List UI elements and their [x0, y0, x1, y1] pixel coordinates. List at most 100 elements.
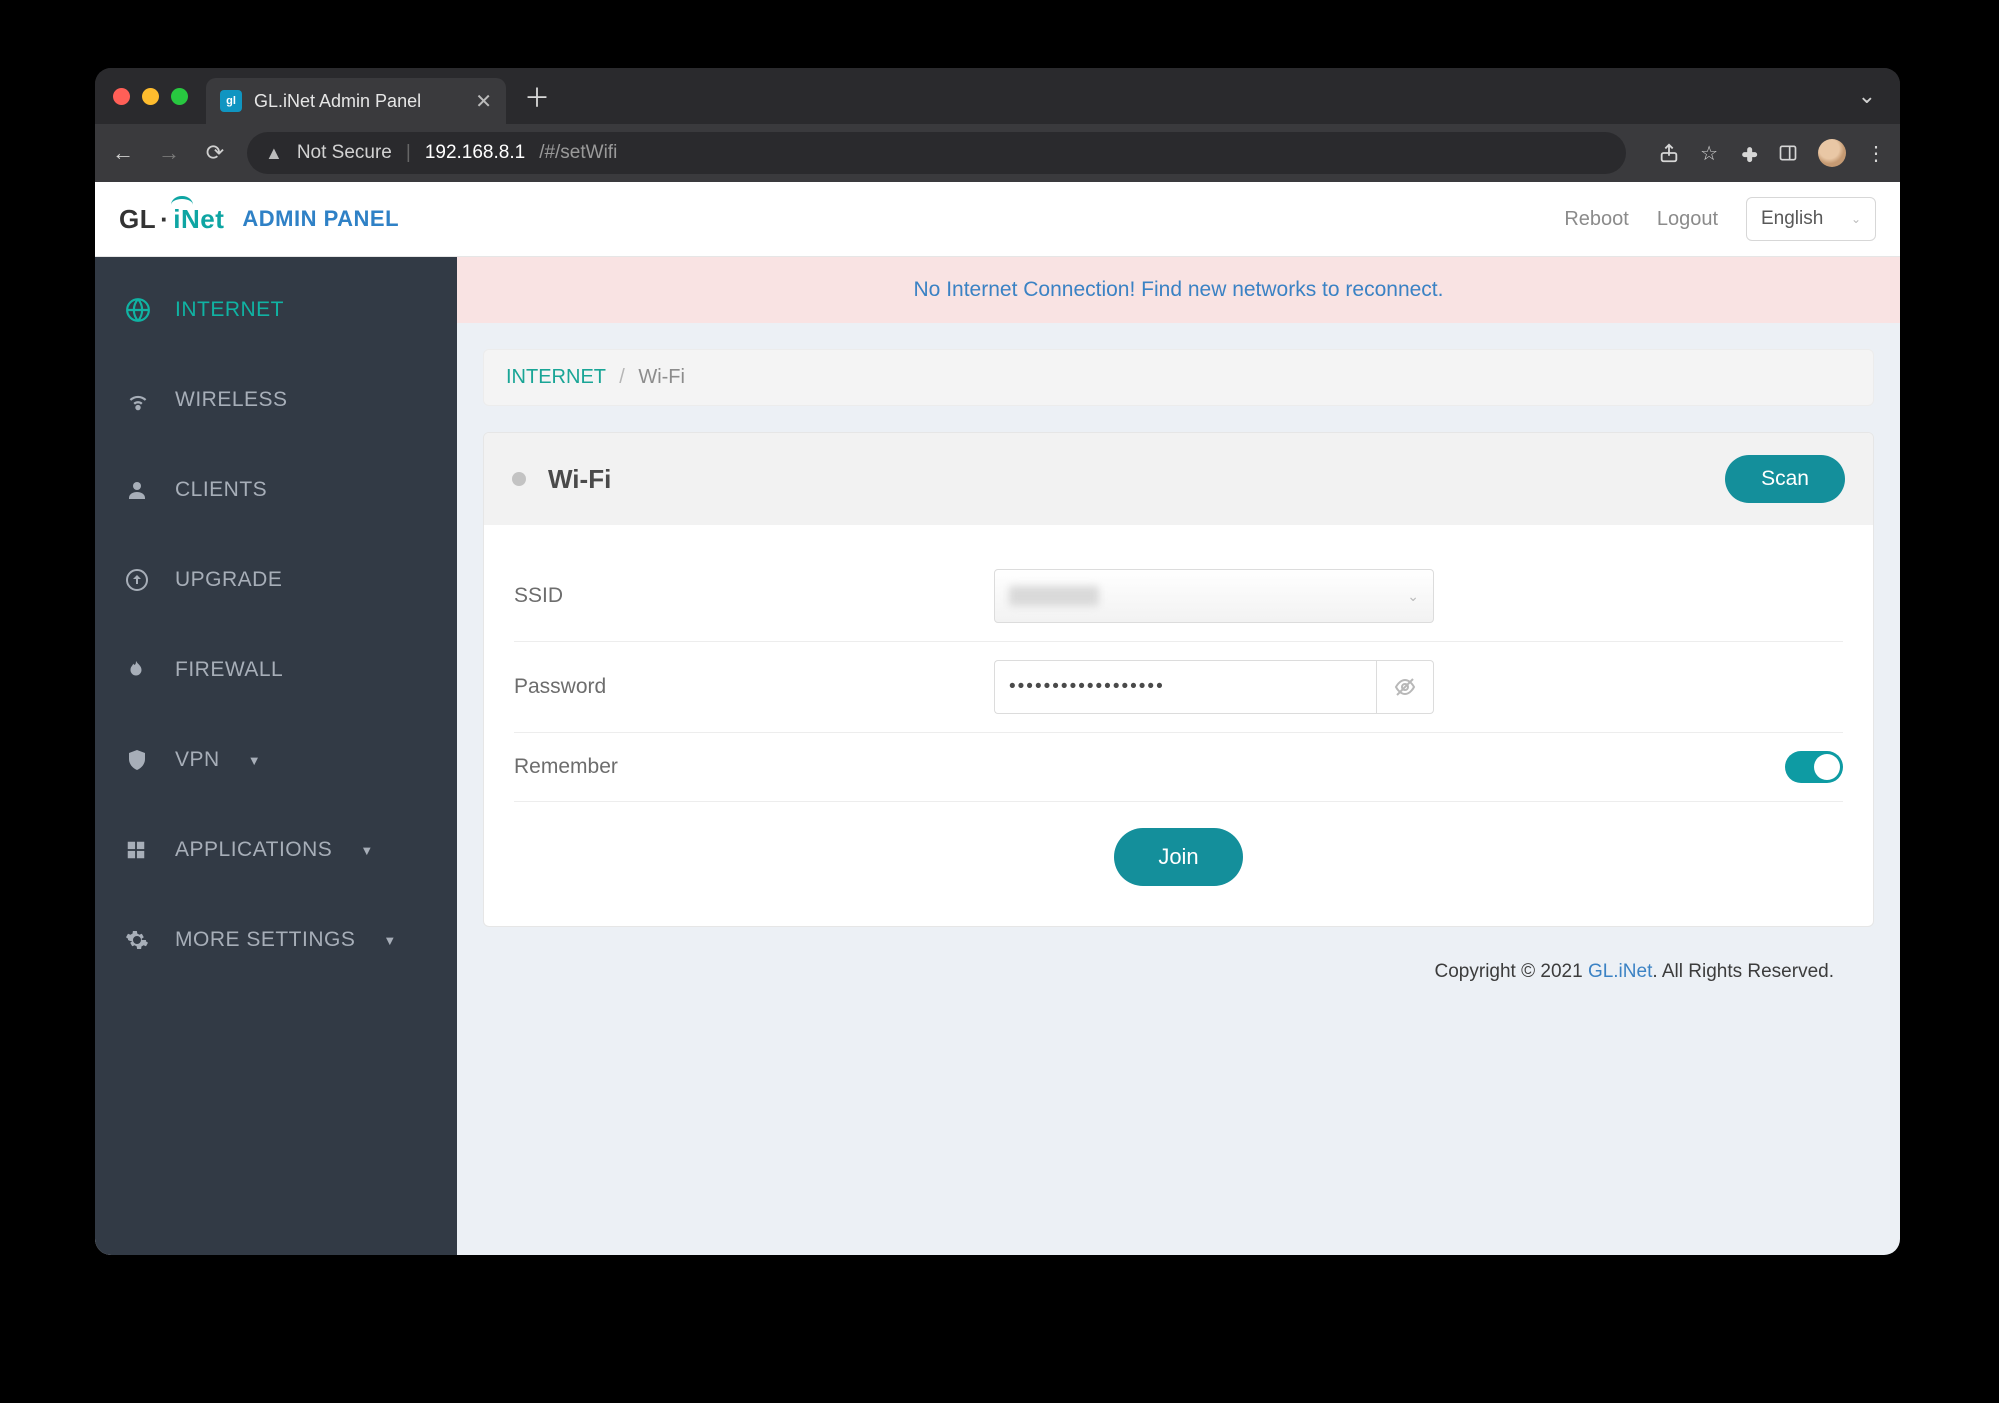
extensions-icon[interactable]	[1738, 143, 1758, 163]
app-header: GL·iNet ADMIN PANEL Reboot Logout Englis…	[95, 182, 1900, 257]
logo-part-1: GL	[119, 204, 156, 235]
sidebar-item-vpn[interactable]: VPN ▼	[95, 715, 457, 805]
ssid-label: SSID	[514, 584, 994, 608]
share-icon[interactable]	[1658, 142, 1680, 164]
browser-toolbar: ← → ⟳ ▲ Not Secure | 192.168.8.1 /#/setWi…	[95, 124, 1900, 182]
remember-toggle[interactable]	[1785, 751, 1843, 783]
language-value: English	[1761, 208, 1823, 230]
nav-back-icon[interactable]: ←	[109, 140, 137, 166]
sidebar-item-label: UPGRADE	[175, 568, 282, 592]
scan-button[interactable]: Scan	[1725, 455, 1845, 503]
reboot-link[interactable]: Reboot	[1564, 208, 1629, 231]
language-select[interactable]: English ⌄	[1746, 197, 1876, 241]
new-tab-button[interactable]: ＋	[524, 78, 550, 115]
caret-down-icon: ▼	[248, 753, 261, 768]
window-minimize-icon[interactable]	[142, 88, 159, 105]
sidebar-item-applications[interactable]: APPLICATIONS ▼	[95, 805, 457, 895]
browser-tab[interactable]: gl GL.iNet Admin Panel ✕	[206, 78, 506, 124]
tab-favicon-icon: gl	[220, 90, 242, 112]
ssid-select[interactable]: ⌄	[994, 569, 1434, 623]
apps-icon	[125, 839, 153, 861]
shield-icon	[125, 748, 153, 772]
footer: Copyright © 2021 GL.iNet. All Rights Res…	[483, 927, 1874, 1017]
browser-titlebar: gl GL.iNet Admin Panel ✕ ＋ ⌄	[95, 68, 1900, 124]
sidebar-item-label: WIRELESS	[175, 388, 288, 412]
footer-rights: . All Rights Reserved.	[1652, 961, 1834, 982]
breadcrumb: INTERNET / Wi-Fi	[483, 349, 1874, 406]
tab-close-icon[interactable]: ✕	[475, 89, 492, 114]
wifi-panel: Wi-Fi Scan SSID ⌄	[483, 432, 1874, 927]
window-controls	[113, 88, 188, 105]
address-path: /#/setWifi	[539, 142, 617, 164]
breadcrumb-separator: /	[619, 366, 625, 388]
window-close-icon[interactable]	[113, 88, 130, 105]
sidebar-item-label: MORE SETTINGS	[175, 928, 355, 952]
chevron-down-icon: ⌄	[1407, 588, 1419, 605]
sidebar-item-wireless[interactable]: WIRELESS	[95, 355, 457, 445]
globe-icon	[125, 297, 153, 323]
upgrade-icon	[125, 568, 153, 592]
wifi-status-dot-icon	[512, 472, 526, 486]
remember-row: Remember	[514, 733, 1843, 802]
logout-link[interactable]: Logout	[1657, 208, 1718, 231]
chevron-down-icon: ⌄	[1851, 212, 1861, 226]
password-visibility-toggle[interactable]	[1376, 660, 1434, 714]
sidebar-item-clients[interactable]: CLIENTS	[95, 445, 457, 535]
profile-avatar[interactable]	[1818, 139, 1846, 167]
password-row: Password	[514, 642, 1843, 733]
main-area: No Internet Connection! Find new network…	[457, 257, 1900, 1255]
bookmark-star-icon[interactable]: ☆	[1700, 141, 1718, 166]
password-field-wrap	[994, 660, 1434, 714]
page-content: GL·iNet ADMIN PANEL Reboot Logout Englis…	[95, 182, 1900, 1255]
alert-text: No Internet Connection! Find new network…	[914, 278, 1444, 302]
tabs-overflow-icon[interactable]: ⌄	[1858, 83, 1876, 109]
wifi-form: SSID ⌄ Password	[484, 525, 1873, 926]
no-internet-alert: No Internet Connection! Find new network…	[457, 257, 1900, 323]
not-secure-icon: ▲	[265, 143, 283, 164]
eye-off-icon	[1393, 675, 1417, 699]
main-inner: INTERNET / Wi-Fi Wi-Fi Scan SSID	[457, 323, 1900, 1043]
join-row: Join	[514, 802, 1843, 886]
password-input[interactable]	[994, 660, 1376, 714]
remember-label: Remember	[514, 755, 618, 779]
sidebar-item-more-settings[interactable]: MORE SETTINGS ▼	[95, 895, 457, 985]
nav-forward-icon[interactable]: →	[155, 140, 183, 166]
browser-menu-icon[interactable]: ⋮	[1866, 141, 1886, 166]
logo-part-2: iNet	[173, 204, 224, 235]
browser-window: gl GL.iNet Admin Panel ✕ ＋ ⌄ ← → ⟳ ▲ Not…	[95, 68, 1900, 1255]
wifi-panel-title: Wi-Fi	[548, 464, 611, 495]
address-bar[interactable]: ▲ Not Secure | 192.168.8.1 /#/setWifi	[247, 132, 1626, 174]
caret-down-icon: ▼	[360, 843, 373, 858]
sidebar-item-label: VPN	[175, 748, 220, 772]
address-separator: |	[406, 142, 411, 164]
sidebar-item-internet[interactable]: INTERNET	[95, 265, 457, 355]
nav-reload-icon[interactable]: ⟳	[201, 140, 229, 166]
wifi-icon	[125, 387, 153, 413]
not-secure-label: Not Secure	[297, 142, 392, 164]
breadcrumb-current: Wi-Fi	[638, 366, 685, 388]
panel-icon[interactable]	[1778, 143, 1798, 163]
address-host: 192.168.8.1	[425, 142, 525, 164]
ssid-row: SSID ⌄	[514, 551, 1843, 642]
toolbar-right: ☆ ⋮	[1658, 139, 1886, 167]
app-body: INTERNET WIRELESS CLIENTS	[95, 257, 1900, 1255]
password-label: Password	[514, 675, 994, 699]
sidebar-item-upgrade[interactable]: UPGRADE	[95, 535, 457, 625]
breadcrumb-root[interactable]: INTERNET	[506, 366, 606, 388]
firewall-icon	[125, 657, 153, 683]
join-button[interactable]: Join	[1114, 828, 1242, 886]
gear-icon	[125, 928, 153, 952]
brand-logo: GL·iNet	[119, 204, 224, 235]
footer-copyright: Copyright © 2021	[1435, 961, 1588, 982]
caret-down-icon: ▼	[383, 933, 396, 948]
sidebar-item-firewall[interactable]: FIREWALL	[95, 625, 457, 715]
window-maximize-icon[interactable]	[171, 88, 188, 105]
sidebar-item-label: INTERNET	[175, 298, 284, 322]
tab-title: GL.iNet Admin Panel	[254, 91, 463, 112]
ssid-value-redacted	[1009, 586, 1099, 606]
sidebar: INTERNET WIRELESS CLIENTS	[95, 257, 457, 1255]
sidebar-item-label: FIREWALL	[175, 658, 283, 682]
user-icon	[125, 478, 153, 502]
wifi-panel-header: Wi-Fi Scan	[484, 433, 1873, 525]
footer-brand-link[interactable]: GL.iNet	[1588, 961, 1652, 982]
